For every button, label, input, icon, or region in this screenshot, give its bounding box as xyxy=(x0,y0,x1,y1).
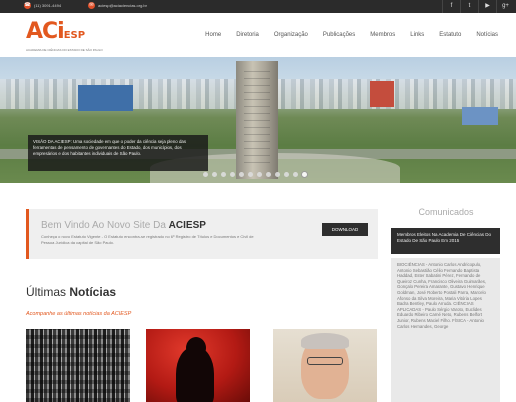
slider-dot[interactable] xyxy=(302,172,307,177)
twitter-icon[interactable]: t xyxy=(460,0,478,13)
portrait-glasses xyxy=(307,357,343,365)
building xyxy=(462,107,498,125)
slider-dot[interactable] xyxy=(203,172,208,177)
slider-dot[interactable] xyxy=(239,172,244,177)
news-subtitle: Acompanhe as últimas notícias da ACIESP xyxy=(26,311,132,317)
hero-caption: VISÃO DA ACIESP: Uma sociedade em que o … xyxy=(28,135,208,171)
googleplus-icon[interactable]: g+ xyxy=(496,0,514,13)
silhouette-head xyxy=(186,337,206,359)
nav-membros[interactable]: Membros xyxy=(370,32,395,38)
envelope-icon: ✉ xyxy=(88,2,95,9)
email-contact[interactable]: ✉ aciesp@aciaciencias.org.br xyxy=(88,2,147,9)
clock-tower xyxy=(236,61,278,179)
nav-diretoria[interactable]: Diretoria xyxy=(236,32,259,38)
facebook-icon[interactable]: f xyxy=(442,0,460,13)
communication-headline[interactable]: Membros Eleitos Na Academia De Ciências … xyxy=(391,228,500,254)
slider-dot[interactable] xyxy=(221,172,226,177)
nav-links[interactable]: Links xyxy=(410,32,424,38)
building xyxy=(78,85,133,111)
nav-organizacao[interactable]: Organização xyxy=(274,32,308,38)
portrait-hair xyxy=(301,333,349,349)
site-header: ACiESP ACADEMIA DE CIÊNCIAS DO ESTADO DE… xyxy=(0,13,516,57)
phone-icon: ☎ xyxy=(24,2,31,9)
main-nav: Home Diretoria Organização Publicações M… xyxy=(205,32,498,38)
social-links: f t ▶ g+ xyxy=(442,0,514,13)
nav-noticias[interactable]: Notícias xyxy=(476,32,498,38)
logo-tagline: ACADEMIA DE CIÊNCIAS DO ESTADO DE SÃO PA… xyxy=(26,48,103,52)
welcome-title: Bem Vindo Ao Novo Site Da ACIESP xyxy=(41,220,206,231)
welcome-text: Conheça o novo Estatuto Vigente - O Esta… xyxy=(41,234,254,245)
slider-dot[interactable] xyxy=(266,172,271,177)
nav-publicacoes[interactable]: Publicações xyxy=(323,32,355,38)
logo-mark: ACiESP xyxy=(26,19,86,44)
slider-dots xyxy=(203,172,307,177)
nav-estatuto[interactable]: Estatuto xyxy=(439,32,461,38)
news-thumbnail-server[interactable] xyxy=(26,329,130,402)
slider-dot[interactable] xyxy=(248,172,253,177)
news-thumbnail-silhouette[interactable] xyxy=(146,329,250,402)
news-heading: Últimas Notícias xyxy=(26,285,117,299)
slider-dot[interactable] xyxy=(293,172,298,177)
news-thumbnail-portrait[interactable] xyxy=(273,329,377,402)
slider-dot[interactable] xyxy=(230,172,235,177)
phone-contact[interactable]: ☎ (11) 3091-4494 xyxy=(24,2,61,9)
youtube-icon[interactable]: ▶ xyxy=(478,0,496,13)
download-button[interactable]: DOWNLOAD xyxy=(322,223,368,236)
email-address: aciesp@aciaciencias.org.br xyxy=(98,3,147,8)
slider-dot[interactable] xyxy=(257,172,262,177)
top-bar: ☎ (11) 3091-4494 ✉ aciesp@aciaciencias.o… xyxy=(0,0,516,13)
site-logo[interactable]: ACiESP ACADEMIA DE CIÊNCIAS DO ESTADO DE… xyxy=(26,19,104,53)
communication-body: BIOCIÊNCIAS - Antonio Carlos Andricopulo… xyxy=(391,258,500,402)
hero-slider[interactable]: VISÃO DA ACIESP: Uma sociedade em que o … xyxy=(0,57,516,183)
building xyxy=(370,81,394,107)
slider-dot[interactable] xyxy=(275,172,280,177)
phone-number: (11) 3091-4494 xyxy=(34,3,62,8)
nav-home[interactable]: Home xyxy=(205,32,221,38)
slider-dot[interactable] xyxy=(212,172,217,177)
slider-dot[interactable] xyxy=(284,172,289,177)
welcome-box: Bem Vindo Ao Novo Site Da ACIESP Conheça… xyxy=(26,209,378,259)
communications-title: Comunicados xyxy=(418,207,474,217)
